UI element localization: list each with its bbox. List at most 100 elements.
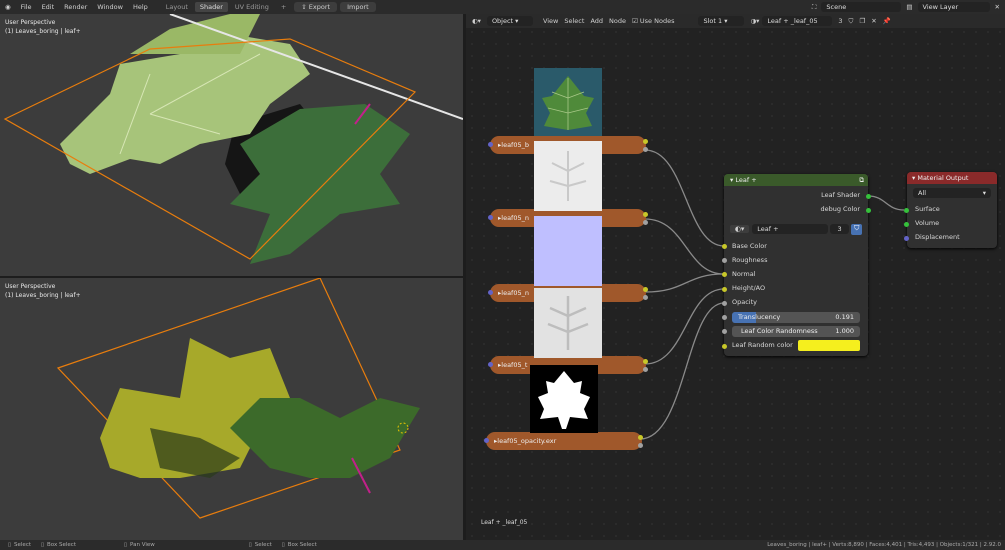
- displacement-input-socket[interactable]: [904, 236, 909, 241]
- output-target-select[interactable]: All ▾: [913, 188, 991, 198]
- node-group-icon[interactable]: ⧉: [859, 176, 864, 185]
- randomness-label: Leaf Color Randomness: [741, 327, 818, 335]
- input-base-color: Base Color: [732, 242, 767, 250]
- base-color-input-socket[interactable]: [722, 244, 727, 249]
- color-output-socket[interactable]: [643, 287, 648, 292]
- status-pan-view: Pan View: [130, 542, 155, 548]
- material-output-node[interactable]: ▾ Material Output All ▾ Surface Volume Di…: [907, 172, 997, 248]
- mouse-left-icon: ▯: [248, 542, 252, 548]
- alpha-output-socket[interactable]: [643, 147, 648, 152]
- leaf-random-color-swatch[interactable]: [798, 340, 860, 351]
- scene-icon[interactable]: ⛶: [807, 3, 822, 12]
- view-layer-icon[interactable]: ▤: [901, 3, 917, 11]
- vector-socket[interactable]: [488, 290, 493, 295]
- basecolor-thumbnail: [534, 68, 602, 136]
- scene-field[interactable]: Scene: [821, 2, 902, 12]
- import-button[interactable]: Import: [340, 2, 376, 12]
- input-displacement: Displacement: [915, 233, 960, 241]
- status-select: Select: [14, 542, 31, 548]
- height-ao-input-socket[interactable]: [722, 287, 727, 292]
- status-box-select-2: Box Select: [287, 542, 317, 548]
- color-output-socket[interactable]: [638, 435, 643, 440]
- roughness-input-socket[interactable]: [722, 258, 727, 263]
- roughness-thumbnail: [534, 141, 602, 211]
- surface-input-socket[interactable]: [904, 208, 909, 213]
- material-footer-label: Leaf + _leaf_05: [481, 519, 528, 526]
- tab-shader[interactable]: Shader: [194, 2, 228, 12]
- link-basecolor: [644, 149, 725, 247]
- node-group-name[interactable]: Leaf +: [752, 224, 828, 234]
- normal-thumbnail: [534, 216, 602, 286]
- export-icon: ⇪: [301, 3, 309, 11]
- randomness-input-socket[interactable]: [722, 329, 727, 334]
- link-surface: [867, 195, 905, 211]
- link-normal: [644, 273, 725, 293]
- menu-edit[interactable]: Edit: [37, 3, 60, 11]
- texture-node-opacity[interactable]: ▸ leaf05_opacity.exr: [486, 432, 642, 450]
- status-box-select: Box Select: [47, 542, 76, 548]
- mouse-drag-icon: ▯: [41, 542, 45, 548]
- alpha-output-socket[interactable]: [643, 220, 648, 225]
- viewport-bottom-scene: [0, 278, 463, 540]
- blender-logo-icon[interactable]: ◉: [0, 3, 16, 11]
- viewport-bottom-perspective: User Perspective: [5, 283, 56, 290]
- node-group-users[interactable]: 3: [829, 224, 850, 234]
- fake-user-shield-icon[interactable]: ⛉: [851, 223, 862, 235]
- mouse-drag-icon: ▯: [281, 542, 285, 548]
- status-bar: ▯ Select ▯ Box Select ▯ Pan View ▯ Selec…: [0, 540, 1005, 550]
- view-layer-field[interactable]: View Layer: [917, 2, 990, 12]
- opacity-input-socket[interactable]: [722, 301, 727, 306]
- leaf-node-header[interactable]: ▾ Leaf + ⧉: [724, 174, 868, 186]
- randomness-value: 1.000: [835, 327, 854, 335]
- link-opacity: [639, 302, 725, 440]
- mouse-left-icon: ▯: [8, 542, 12, 548]
- viewport-bottom-object: (1) Leaves_boring | leaf+: [5, 292, 81, 299]
- leaf-color-randomness-field[interactable]: Leaf Color Randomness 1.000: [732, 326, 860, 337]
- translucency-value: 0.191: [835, 313, 854, 321]
- add-workspace-icon[interactable]: +: [276, 2, 291, 12]
- input-roughness: Roughness: [732, 256, 768, 264]
- material-output-header[interactable]: ▾ Material Output: [907, 172, 997, 184]
- menu-file[interactable]: File: [16, 3, 37, 11]
- output-debug-color: debug Color: [820, 205, 860, 213]
- menu-window[interactable]: Window: [92, 3, 128, 11]
- leaf-random-color-label: Leaf Random color: [732, 341, 793, 349]
- input-opacity: Opacity: [732, 298, 758, 306]
- random-color-input-socket[interactable]: [722, 344, 727, 349]
- export-button[interactable]: ⇪ Export: [294, 2, 338, 12]
- viewport-bottom[interactable]: User Perspective (1) Leaves_boring | lea…: [0, 278, 463, 540]
- alpha-output-socket[interactable]: [643, 295, 648, 300]
- alpha-output-socket[interactable]: [638, 443, 643, 448]
- color-output-socket[interactable]: [643, 212, 648, 217]
- leaf-shader-node[interactable]: ▾ Leaf + ⧉ Leaf Shader debug Color ◐▾ Le…: [724, 174, 868, 356]
- volume-input-socket[interactable]: [904, 222, 909, 227]
- viewport-top-scene: [0, 14, 463, 276]
- input-surface: Surface: [915, 205, 940, 213]
- vector-socket[interactable]: [488, 215, 493, 220]
- height-thumbnail: [534, 288, 602, 358]
- tab-uv-editing[interactable]: UV Editing: [230, 2, 274, 12]
- leaf-shader-output-socket[interactable]: [866, 194, 871, 199]
- vector-socket[interactable]: [488, 142, 493, 147]
- viewport-top[interactable]: User Perspective (1) Leaves_boring | lea…: [0, 14, 463, 276]
- input-volume: Volume: [915, 219, 940, 227]
- alpha-output-socket[interactable]: [643, 367, 648, 372]
- menu-render[interactable]: Render: [59, 3, 92, 11]
- node-group-selector[interactable]: ◐▾ Leaf + 3 ⛉: [730, 223, 862, 235]
- debug-color-output-socket[interactable]: [866, 208, 871, 213]
- translucency-input-socket[interactable]: [722, 315, 727, 320]
- translucency-slider[interactable]: Translucency 0.191: [732, 312, 860, 323]
- color-output-socket[interactable]: [643, 359, 648, 364]
- menu-help[interactable]: Help: [128, 3, 153, 11]
- link-height: [644, 288, 725, 365]
- tab-layout[interactable]: Layout: [161, 2, 193, 12]
- normal-input-socket[interactable]: [722, 272, 727, 277]
- color-output-socket[interactable]: [643, 139, 648, 144]
- viewport-top-object: (1) Leaves_boring | leaf+: [5, 28, 81, 35]
- status-select-2: Select: [254, 542, 272, 548]
- view-layer-close-icon[interactable]: ✕: [990, 3, 1005, 11]
- node-tree-icon[interactable]: ◐▾: [730, 225, 750, 233]
- vector-socket[interactable]: [488, 362, 493, 367]
- vector-socket[interactable]: [484, 438, 489, 443]
- opacity-thumbnail: [530, 365, 598, 433]
